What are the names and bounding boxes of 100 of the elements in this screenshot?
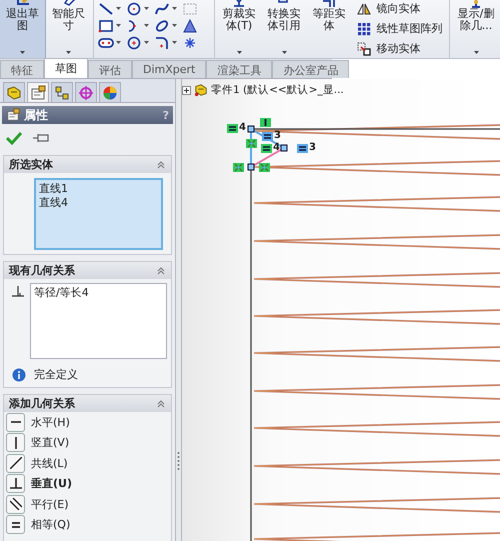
dropdown-arrow-icon[interactable] [172,7,177,10]
equal-relation-icon[interactable] [227,124,238,132]
display-icon [102,84,118,100]
ribbon-tab[interactable]: 渲染工具 [206,60,272,78]
list-item[interactable]: 等径/等长4 [34,286,163,300]
ribbon-item[interactable]: 线性草图阵列 [376,21,443,36]
ribbon-button[interactable]: 显示/删 除几... [452,0,500,58]
ok-check-icon[interactable] [6,131,22,145]
dropdown-arrow-icon[interactable] [116,24,121,27]
info-icon [12,368,26,382]
selected-entities-list[interactable]: 直线1 直线4 [34,178,163,250]
tree-item[interactable]: 零件1 (默认<<默认>_显... [211,83,344,97]
horizontal-relation-button[interactable] [6,412,25,432]
sketch-point[interactable] [248,164,254,170]
dropdown-arrow-icon[interactable] [474,51,479,54]
ribbon-tab[interactable]: DimXpert [132,60,206,78]
part-icon [194,83,208,97]
equal-relation-button[interactable] [6,515,25,534]
perpendicular-line-icon [10,478,22,490]
relation-label: 相等(Q) [31,517,70,532]
vertical-line-icon [14,436,16,449]
panel-tab[interactable] [27,82,49,102]
expand-icon[interactable] [182,86,191,94]
splitter-grip-icon[interactable] [176,451,181,471]
dropdown-arrow-icon[interactable] [20,51,25,54]
equal-relation-icon[interactable] [261,144,272,152]
dropdown-arrow-icon[interactable] [144,7,149,10]
panel-tab[interactable] [51,82,73,102]
dropdown-arrow-icon[interactable] [116,7,121,10]
collapse-icon[interactable] [156,398,166,408]
ribbon-tab[interactable]: 办公室产品 [272,60,350,78]
panel-tab[interactable] [75,82,97,102]
panel-title: 属性 [24,106,49,124]
collapse-icon[interactable] [156,160,166,170]
status-text: 完全定义 [34,367,78,382]
vertical-relation-button[interactable] [6,433,25,452]
move-icon[interactable] [356,40,372,56]
relation-count: 4 [239,123,246,133]
dropdown-arrow-icon[interactable] [144,41,149,44]
pin-icon[interactable] [32,132,50,144]
dropdown-arrow-icon[interactable] [116,41,121,44]
list-item[interactable]: 直线1 [39,182,158,196]
rectangle-tool-icon[interactable] [98,18,114,32]
panel-tab[interactable] [3,82,25,102]
dropdown-arrow-icon[interactable] [172,41,177,44]
parallel-relation-button[interactable] [6,494,25,514]
sketch-point[interactable] [280,144,288,152]
ribbon-button[interactable]: 转换实 体引用 [262,0,307,58]
property-icon [30,84,46,100]
ribbon-button[interactable]: 等距实 体 [306,0,352,58]
ribbon-tab[interactable]: 草图 [44,58,88,78]
list-item[interactable]: 直线4 [39,196,158,210]
property-icon [6,108,20,122]
pattern-icon[interactable] [356,20,372,36]
relation-label: 共线(L) [31,456,68,471]
collapse-icon[interactable] [156,266,166,276]
relation-icon [10,283,26,299]
ribbon-tab[interactable]: 评估 [88,60,132,78]
dropdown-arrow-icon[interactable] [144,24,149,27]
group-title: 所选实体 [9,157,53,172]
coincident-relation-icon[interactable] [259,163,270,172]
slot-tool-icon[interactable] [98,36,114,50]
ribbon-tab[interactable]: 特征 [0,60,44,78]
collinear-relation-button[interactable] [6,454,25,473]
coincident-relation-icon[interactable] [233,163,244,172]
dropdown-arrow-icon[interactable] [172,24,177,27]
ribbon-button[interactable]: 退出草 图 [0,0,46,58]
relation-count: 3 [309,143,316,153]
ribbon-item[interactable]: 移动实体 [376,41,421,56]
spline-tool-icon[interactable] [154,2,170,16]
perpendicular-relation-button[interactable] [6,474,25,494]
equal-relation-icon[interactable] [297,144,308,152]
relation-count: 3 [274,131,281,141]
group-title: 现有几何关系 [9,263,75,278]
ribbon-item[interactable]: 镜向实体 [376,1,421,16]
line-tool-icon[interactable] [98,2,114,16]
relation-count: 4 [273,143,280,153]
relations-list[interactable]: 等径/等长4 [30,283,167,359]
dropdown-arrow-icon[interactable] [282,51,287,54]
coincident-relation-icon[interactable] [246,139,257,148]
ellipse-tool-icon[interactable] [154,18,170,32]
relation-label: 平行(E) [31,496,69,512]
group-title: 添加几何关系 [9,396,75,411]
feature-icon [6,84,22,100]
collinear-line-icon [10,457,22,470]
dropdown-arrow-icon[interactable] [66,51,71,54]
panel-tab[interactable] [99,82,121,102]
fillet-tool-icon[interactable] [154,36,170,50]
ribbon-button[interactable]: 智能尺 寸 [46,0,91,58]
dimxpert-icon [78,84,94,100]
vertical-relation-icon[interactable] [260,118,271,127]
parallel-line-icon [10,498,22,510]
sketch-point[interactable] [248,126,254,132]
relation-label: 水平(H) [31,414,70,430]
circle-tool-icon[interactable] [126,2,142,16]
config-icon [54,84,70,100]
horizontal-line-icon [10,421,20,424]
relation-label: 竖直(V) [31,435,70,450]
dropdown-arrow-icon[interactable] [236,51,242,54]
ribbon-button[interactable]: 剪裁实 体(T) [216,0,262,58]
